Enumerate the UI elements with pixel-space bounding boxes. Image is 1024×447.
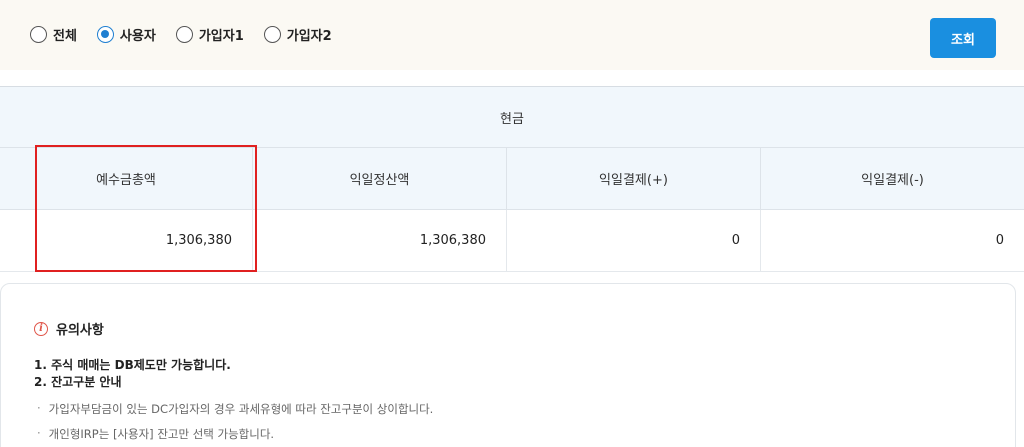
notice-bullet: · 가입자부담금이 있는 DC가입자의 경우 과세유형에 따라 잔고구분이 상이… [37,401,433,417]
table-cell: 0 [995,233,1004,248]
table-header-row: 예수금총액 익일정산액 익일결제(+) 익일결제(-) [0,148,1024,210]
account-type-radio-group: 전체 사용자 가입자1 가입자2 [30,25,352,44]
column-header: 익일정산액 [253,148,507,209]
table-group-header: 현금 [0,86,1024,148]
bullet-dot-icon: · [37,426,41,440]
table-cell: 1,306,380 [253,210,507,271]
notice-panel: i 유의사항 1. 주식 매매는 DB제도만 가능합니다. 2. 잔고구분 안내… [0,283,1016,447]
notice-title: i 유의사항 [34,319,104,338]
radio-circle-icon[interactable] [263,26,281,43]
radio-label: 가입자2 [286,29,332,44]
bullet-dot-icon: · [37,401,41,415]
notice-line: 1. 주식 매매는 DB제도만 가능합니다. [34,358,231,372]
column-header: 익일결제(-) [861,173,924,188]
notice-bullet: · 개인형IRP는 [사용자] 잔고만 선택 가능합니다. [37,426,274,442]
table-cell: 0 [507,210,761,271]
column-header: 익일결제(+) [507,148,761,209]
search-button[interactable]: 조회 [930,18,996,58]
radio-subscriber-2[interactable]: 가입자2 [263,25,332,44]
radio-all[interactable]: 전체 [30,25,77,44]
bullet-text: 가입자부담금이 있는 DC가입자의 경우 과세유형에 따라 잔고구분이 상이합니… [48,402,434,416]
radio-label: 가입자1 [198,29,244,44]
radio-label: 전체 [53,29,77,44]
radio-circle-icon[interactable] [30,26,47,43]
bullet-text: 개인형IRP는 [사용자] 잔고만 선택 가능합니다. [48,427,275,441]
radio-label: 사용자 [119,29,156,44]
notice-line: 2. 잔고구분 안내 [34,375,122,389]
table-cell: 1,306,380 [0,210,253,271]
table-row: 1,306,380 1,306,380 0 0 [0,210,1024,272]
radio-user[interactable]: 사용자 [96,25,156,44]
radio-circle-checked-icon[interactable] [96,26,114,43]
column-header: 예수금총액 [0,148,253,209]
filter-bar: 전체 사용자 가입자1 가입자2 조회 [0,0,1024,70]
balance-table: 현금 예수금총액 익일정산액 익일결제(+) 익일결제(-) 1,306,380… [0,86,1024,272]
radio-circle-icon[interactable] [175,26,193,43]
info-icon: i [34,321,48,336]
notice-title-text: 유의사항 [56,323,104,338]
radio-subscriber-1[interactable]: 가입자1 [175,25,244,44]
